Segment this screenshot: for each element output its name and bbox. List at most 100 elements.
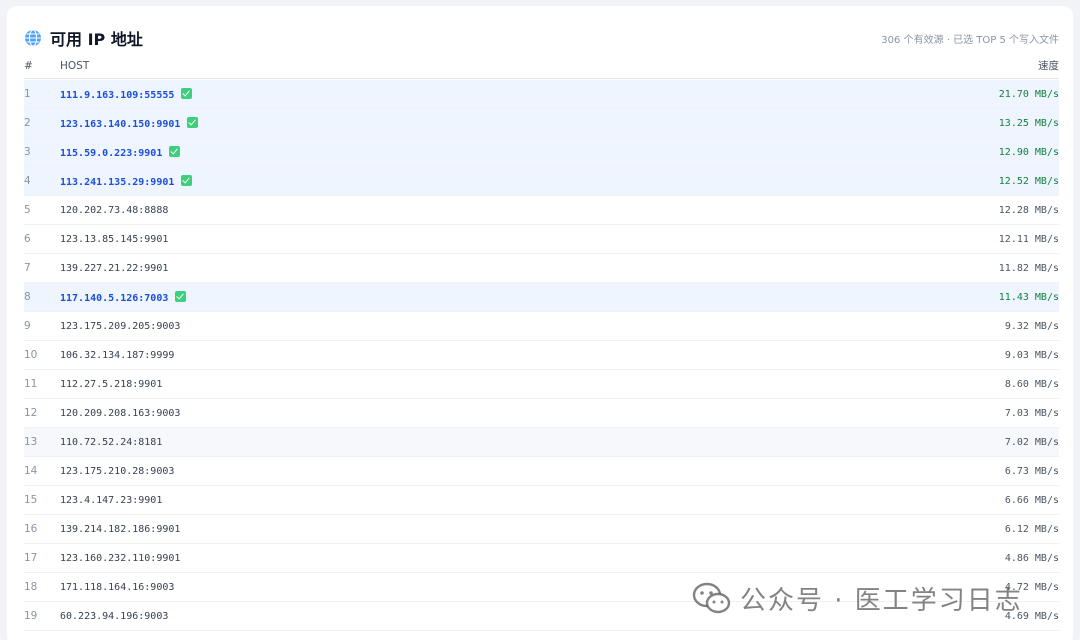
host-address: 117.140.5.126:7003 xyxy=(60,292,169,304)
speed-value: 12.52 MB/s xyxy=(998,175,1059,187)
speed-value: 12.90 MB/s xyxy=(998,146,1059,158)
speed-value: 9.32 MB/s xyxy=(1004,320,1059,332)
host-cell: 171.118.164.16:9003 xyxy=(60,581,899,593)
speed-value: 7.03 MB/s xyxy=(1004,407,1059,419)
row-index: 1 xyxy=(24,88,31,100)
host-cell: 123.4.147.23:9901 xyxy=(60,494,899,506)
host-address: 106.32.134.187:9999 xyxy=(60,350,175,361)
row-index: 8 xyxy=(24,291,31,303)
row-index: 17 xyxy=(24,552,38,564)
table-row[interactable]: 14 123.175.210.28:9003 6.73 MB/s xyxy=(24,457,1059,486)
host-address: 112.27.5.218:9901 xyxy=(60,379,163,390)
host-cell: 60.223.94.196:9003 xyxy=(60,610,899,622)
host-cell: 111.9.163.109:55555 xyxy=(60,87,899,101)
host-cell: 117.140.5.126:7003 xyxy=(60,290,899,304)
host-cell: 123.175.209.205:9003 xyxy=(60,320,899,332)
checkbox-checked-icon[interactable] xyxy=(181,174,193,186)
checkbox-checked-icon[interactable] xyxy=(181,87,193,99)
row-index: 11 xyxy=(24,378,38,390)
host-address: 115.59.0.223:9901 xyxy=(60,147,163,159)
host-address: 60.223.94.196:9003 xyxy=(60,611,169,622)
row-index: 18 xyxy=(24,581,38,593)
host-cell: 113.241.135.29:9901 xyxy=(60,174,899,188)
column-header-num: # xyxy=(24,59,33,72)
speed-value: 11.82 MB/s xyxy=(998,262,1059,274)
host-cell: 112.27.5.218:9901 xyxy=(60,378,899,390)
checkbox-checked-icon[interactable] xyxy=(175,290,187,302)
host-address: 120.209.208.163:9003 xyxy=(60,408,181,419)
page-title: 可用 IP 地址 xyxy=(50,30,143,49)
host-address: 113.241.135.29:9901 xyxy=(60,176,175,188)
host-address: 120.202.73.48:8888 xyxy=(60,205,169,216)
host-cell: 123.160.232.110:9901 xyxy=(60,552,899,564)
table-row[interactable]: 16 139.214.182.186:9901 6.12 MB/s xyxy=(24,515,1059,544)
host-address: 123.175.209.205:9003 xyxy=(60,321,181,332)
checkbox-checked-icon[interactable] xyxy=(169,145,181,157)
table-row[interactable]: 11 112.27.5.218:9901 8.60 MB/s xyxy=(24,370,1059,399)
host-cell: 106.32.134.187:9999 xyxy=(60,349,899,361)
table-row[interactable]: 10 106.32.134.187:9999 9.03 MB/s xyxy=(24,341,1059,370)
table-row[interactable]: 8 117.140.5.126:7003 11.43 MB/s xyxy=(24,283,1059,312)
table-row[interactable]: 3 115.59.0.223:9901 12.90 MB/s xyxy=(24,138,1059,167)
row-index: 16 xyxy=(24,523,38,535)
table-row[interactable]: 1 111.9.163.109:55555 21.70 MB/s xyxy=(24,80,1059,109)
speed-value: 12.28 MB/s xyxy=(998,204,1059,216)
row-index: 13 xyxy=(24,436,38,448)
table-row[interactable]: 17 123.160.232.110:9901 4.86 MB/s xyxy=(24,544,1059,573)
speed-value: 7.02 MB/s xyxy=(1004,436,1059,448)
speed-value: 4.72 MB/s xyxy=(1004,581,1059,593)
globe-icon xyxy=(25,29,41,47)
card-header: 可用 IP 地址 306 个有效源 · 已选 TOP 5 个写入文件 xyxy=(24,26,1059,50)
row-index: 15 xyxy=(24,494,38,506)
table-row[interactable]: 2 123.163.140.150:9901 13.25 MB/s xyxy=(24,109,1059,138)
host-cell: 110.72.52.24:8181 xyxy=(60,436,899,448)
host-address: 139.227.21.22:9901 xyxy=(60,263,169,274)
row-index: 3 xyxy=(24,146,31,158)
row-index: 12 xyxy=(24,407,38,419)
row-index: 6 xyxy=(24,233,31,245)
host-address: 123.163.140.150:9901 xyxy=(60,118,181,130)
row-index: 9 xyxy=(24,320,31,332)
speed-value: 9.03 MB/s xyxy=(1004,349,1059,361)
host-cell: 123.13.85.145:9901 xyxy=(60,233,899,245)
checkbox-checked-icon[interactable] xyxy=(187,116,199,128)
host-cell: 120.209.208.163:9003 xyxy=(60,407,899,419)
row-index: 5 xyxy=(24,204,31,216)
row-index: 2 xyxy=(24,117,31,129)
speed-value: 6.73 MB/s xyxy=(1004,465,1059,477)
table-row[interactable]: 15 123.4.147.23:9901 6.66 MB/s xyxy=(24,486,1059,515)
table-row[interactable]: 13 110.72.52.24:8181 7.02 MB/s xyxy=(24,428,1059,457)
speed-value: 6.66 MB/s xyxy=(1004,494,1059,506)
speed-value: 4.69 MB/s xyxy=(1004,610,1059,622)
speed-value: 4.86 MB/s xyxy=(1004,552,1059,564)
host-address: 139.214.182.186:9901 xyxy=(60,524,181,535)
table-row[interactable]: 4 113.241.135.29:9901 12.52 MB/s xyxy=(24,167,1059,196)
table-row[interactable]: 9 123.175.209.205:9003 9.32 MB/s xyxy=(24,312,1059,341)
speed-value: 12.11 MB/s xyxy=(998,233,1059,245)
row-index: 14 xyxy=(24,465,38,477)
host-address: 123.160.232.110:9901 xyxy=(60,553,181,564)
host-cell: 120.202.73.48:8888 xyxy=(60,204,899,216)
ip-table-body: 1 111.9.163.109:55555 21.70 MB/s 2 123.163.1… xyxy=(24,80,1059,631)
row-index: 4 xyxy=(24,175,31,187)
speed-value: 6.12 MB/s xyxy=(1004,523,1059,535)
host-cell: 123.163.140.150:9901 xyxy=(60,116,899,130)
host-cell: 139.227.21.22:9901 xyxy=(60,262,899,274)
table-row[interactable]: 6 123.13.85.145:9901 12.11 MB/s xyxy=(24,225,1059,254)
host-address: 171.118.164.16:9003 xyxy=(60,582,175,593)
speed-value: 8.60 MB/s xyxy=(1004,378,1059,390)
column-header-host[interactable]: HOST xyxy=(60,60,899,72)
host-address: 123.4.147.23:9901 xyxy=(60,495,163,506)
speed-value: 13.25 MB/s xyxy=(998,117,1059,129)
host-cell: 139.214.182.186:9901 xyxy=(60,523,899,535)
speed-value: 11.43 MB/s xyxy=(998,291,1059,303)
table-row[interactable]: 18 171.118.164.16:9003 4.72 MB/s xyxy=(24,573,1059,602)
host-address: 111.9.163.109:55555 xyxy=(60,89,175,101)
host-address: 110.72.52.24:8181 xyxy=(60,437,163,448)
column-header-speed[interactable]: 速度 xyxy=(899,58,1059,73)
table-row[interactable]: 12 120.209.208.163:9003 7.03 MB/s xyxy=(24,399,1059,428)
table-row[interactable]: 7 139.227.21.22:9901 11.82 MB/s xyxy=(24,254,1059,283)
table-row[interactable]: 5 120.202.73.48:8888 12.28 MB/s xyxy=(24,196,1059,225)
host-cell: 123.175.210.28:9003 xyxy=(60,465,899,477)
table-row[interactable]: 19 60.223.94.196:9003 4.69 MB/s xyxy=(24,602,1059,631)
